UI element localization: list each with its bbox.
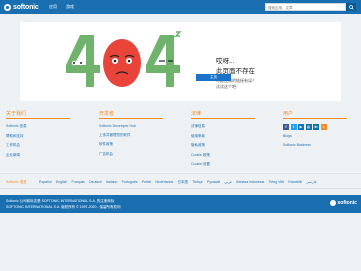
footer-col-developers: 开发者 Softonic Developer Hub 上传并管理您的软件 软件政… (99, 110, 163, 161)
footer-link[interactable]: Blogs (283, 134, 347, 138)
language-link[interactable]: Kiswahili (288, 180, 302, 185)
footer-link[interactable]: Cookie 设置 (191, 162, 255, 167)
twitter-icon[interactable]: t (290, 124, 297, 130)
home-button[interactable]: 主页 (196, 74, 231, 81)
digit-four-right-icon (146, 35, 180, 87)
brand-name: softonic (13, 3, 39, 11)
footer-link[interactable]: 软件政策 (99, 142, 163, 147)
footer-link[interactable]: 广告机会 (99, 152, 163, 157)
error-card: 哎呀... 此页面不存在 可能使用的链接有误？ 试试这个吧: (20, 22, 341, 101)
language-label: Softonic 语言 (6, 180, 27, 184)
search-button[interactable] (346, 3, 356, 11)
404-illustration (66, 31, 182, 87)
language-link[interactable]: Bahasa Indonesia (236, 180, 264, 185)
language-link[interactable]: Русский (207, 180, 220, 185)
rss-icon[interactable]: ≈ (320, 124, 327, 130)
footer-link[interactable]: Softonic 信息 (6, 124, 70, 129)
linkedin-icon[interactable]: in (313, 124, 319, 130)
footer-link[interactable]: Cookie 政策 (191, 153, 255, 158)
language-link[interactable]: Français (72, 180, 85, 185)
language-link[interactable]: Deutsch (89, 180, 102, 185)
language-bar: Softonic 语言 Español English Français Deutsc… (0, 173, 361, 189)
digit-four-left-icon (66, 35, 100, 87)
language-link[interactable]: Türkçe (192, 180, 203, 185)
footer-col-about: 关于我们 Softonic 信息 帮助和支持 工作机会 企业新闻 (6, 110, 70, 162)
nav-games[interactable]: 游戏 (66, 4, 74, 10)
language-link[interactable]: عربي (224, 180, 232, 185)
brand-logo[interactable]: softonic (4, 3, 39, 11)
language-link[interactable]: English (56, 180, 67, 185)
footer-col-legal: 法律 法律信息 使用条款 隐私政策 Cookie 政策 Cookie 设置 (191, 110, 255, 172)
instagram-icon[interactable]: ◎ (305, 124, 312, 130)
footer-heading-legal: 法律 (191, 110, 255, 119)
footer-link[interactable]: Softonic Business (283, 143, 347, 147)
footer-heading-users: 用户 (283, 110, 347, 119)
language-link[interactable]: Português (122, 180, 138, 185)
footer-link[interactable]: 企业新闻 (6, 153, 70, 158)
social-icons: f t ▶ ◎ in ≈ (283, 124, 347, 130)
top-nav: 应用 游戏 (49, 4, 74, 10)
footer-link[interactable]: 工作机会 (6, 143, 70, 148)
footer-heading-about: 关于我们 (6, 110, 70, 119)
footer-link[interactable]: Softonic Developer Hub (99, 124, 163, 128)
copyright-text: SOFTONIC INTERNATIONAL S.A. 版权所有 © 1997-… (6, 205, 121, 209)
error-title: 哎呀... (216, 58, 235, 65)
error-hint: 试试这个吧: (216, 84, 238, 89)
language-link[interactable]: Italiano (106, 180, 117, 185)
facebook-icon[interactable]: f (283, 124, 289, 130)
search-icon (348, 4, 354, 10)
trademark-text: Softonic 公司和标志是 SOFTONIC INTERNATIONAL S… (6, 199, 115, 203)
footer-link[interactable]: 上传并管理您的软件 (99, 133, 163, 138)
language-link[interactable]: Polski (142, 180, 151, 185)
bottom-bar: Softonic 公司和标志是 SOFTONIC INTERNATIONAL S… (0, 195, 361, 213)
footer-logo[interactable]: softonic (330, 200, 357, 206)
softonic-logo-icon (4, 3, 11, 11)
language-link[interactable]: Nederlands (155, 180, 173, 185)
language-link[interactable]: Tiếng Việt (269, 180, 285, 185)
footer-link[interactable]: 使用条款 (191, 134, 255, 139)
digit-zero-face-icon (103, 39, 141, 87)
softonic-logo-icon (330, 200, 336, 206)
search-input[interactable] (266, 4, 338, 11)
footer-col-users: 用户 f t ▶ ◎ in ≈ Blogs Softonic Business (283, 110, 347, 151)
language-link[interactable]: 日本語 (177, 180, 188, 185)
footer-link[interactable]: 法律信息 (191, 124, 255, 129)
language-list: Español English Français Deutsch Italiano Por… (39, 180, 316, 185)
footer-link[interactable]: 帮助和支持 (6, 134, 70, 139)
youtube-icon[interactable]: ▶ (298, 124, 304, 130)
search-box (265, 3, 346, 11)
footer-columns: 关于我们 Softonic 信息 帮助和支持 工作机会 企业新闻 开发者 Sof… (0, 110, 361, 168)
nav-apps[interactable]: 应用 (49, 4, 57, 10)
footer-link[interactable]: 隐私政策 (191, 143, 255, 148)
language-link[interactable]: فارسی (306, 180, 316, 185)
footer-brand-name: softonic (337, 200, 357, 206)
footer-heading-developers: 开发者 (99, 110, 163, 119)
language-link[interactable]: Español (39, 180, 52, 185)
